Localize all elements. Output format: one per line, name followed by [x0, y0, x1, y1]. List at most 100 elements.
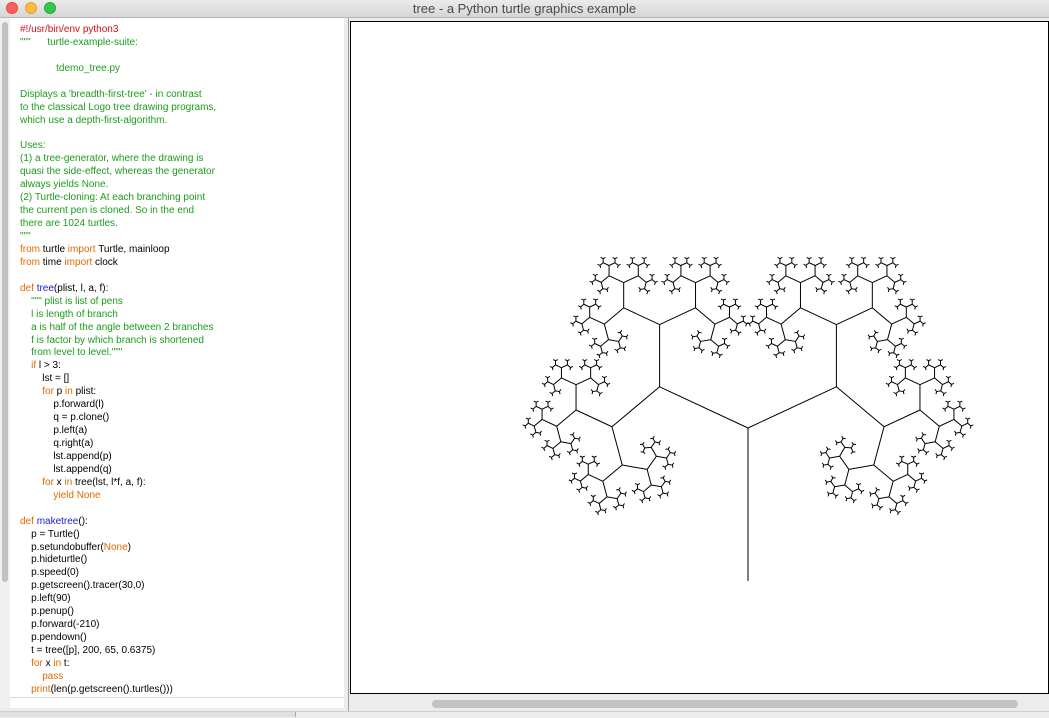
tree-branch: [836, 308, 872, 325]
code-token: p.setundobuffer(: [20, 542, 104, 553]
turtle-canvas[interactable]: [350, 21, 1049, 694]
bottom-panel-handle[interactable]: [0, 712, 296, 717]
tree-branch: [943, 368, 944, 371]
source-code-pane[interactable]: #!/usr/bin/env python3""" turtle-example…: [0, 18, 345, 708]
code-scrollbar-thumb[interactable]: [2, 22, 8, 582]
tree-branch: [594, 456, 596, 457]
tree-branch: [937, 455, 938, 458]
code-token: p.getscreen().tracer(30,0): [20, 580, 145, 591]
tree-branch: [819, 257, 821, 258]
tree-branch: [663, 466, 665, 467]
tree-branch: [836, 387, 884, 427]
tree-branch: [925, 442, 935, 444]
tree-branch: [691, 335, 693, 337]
tree-branch: [896, 391, 899, 394]
tree-branch: [735, 304, 738, 307]
tree-branch: [533, 435, 534, 438]
tree-branch: [642, 501, 643, 504]
code-line: p.left(90): [20, 593, 340, 606]
tree-branch: [875, 493, 879, 498]
code-token: yield None: [53, 490, 100, 501]
tree-branch: [666, 453, 670, 458]
tree-branch: [821, 453, 822, 456]
tree-branch: [896, 368, 897, 371]
tree-branch: [696, 276, 711, 283]
tree-branch: [861, 257, 863, 258]
tree-branch: [716, 289, 719, 292]
tree-branch: [936, 453, 938, 455]
tree-branch: [895, 503, 897, 509]
tree-branch: [864, 263, 867, 266]
tree-branch: [905, 365, 911, 368]
code-token: lst = []: [20, 373, 69, 384]
tree-branch: [845, 469, 849, 485]
tree-branch: [840, 447, 845, 456]
tree-branch: [888, 340, 896, 347]
tree-branch: [576, 410, 612, 427]
tree-branch: [906, 304, 912, 307]
tree-branch: [567, 360, 569, 361]
tree-branch: [665, 467, 666, 470]
canvas-scrollbar-thumb[interactable]: [432, 700, 1018, 708]
tree-branch: [841, 442, 845, 447]
tree-branch: [550, 392, 552, 393]
code-token: to the classical Logo tree drawing progr…: [20, 102, 216, 113]
code-token: [20, 658, 31, 669]
tree-branch: [821, 263, 824, 266]
tree-branch: [711, 340, 719, 347]
code-token: import: [68, 244, 96, 255]
tree-branch: [876, 341, 878, 347]
tree-branch: [581, 299, 583, 300]
tree-branch: [778, 257, 780, 258]
tree-branch: [667, 492, 669, 494]
code-line: Uses:: [20, 140, 340, 153]
code-horizontal-scrollbar[interactable]: [10, 697, 344, 708]
tree-branch: [624, 276, 639, 283]
tree-branch: [955, 433, 956, 436]
tree-branch: [554, 385, 556, 391]
tree-branch: [871, 493, 875, 494]
tree-branch: [644, 289, 647, 292]
tree-branch: [856, 287, 858, 289]
tree-branch: [618, 265, 619, 268]
code-line: [20, 270, 340, 283]
code-token: [20, 490, 53, 501]
tree-branch: [687, 263, 690, 266]
tree-branch: [939, 419, 954, 426]
tree-branch: [920, 378, 935, 385]
tree-branch: [542, 383, 544, 384]
tree-branch: [649, 496, 651, 498]
pane-divider[interactable]: [344, 18, 349, 717]
tree-branch: [559, 389, 561, 391]
tree-branch: [824, 291, 825, 294]
tree-branch: [660, 496, 661, 499]
tree-branch: [828, 458, 830, 464]
tree-branch: [690, 264, 692, 265]
tree-branch: [595, 274, 597, 275]
tree-branch: [619, 341, 621, 347]
tree-branch: [672, 289, 675, 292]
code-token: clock: [92, 257, 118, 268]
code-token: (2) Turtle-cloning: At each branching po…: [20, 192, 205, 203]
tree-branch: [929, 365, 935, 368]
tree-branch: [875, 490, 877, 494]
code-line: yield None: [20, 490, 340, 503]
tree-branch: [822, 453, 826, 454]
tree-branch: [893, 289, 896, 292]
tree-branch: [600, 263, 603, 266]
tree-branch: [673, 282, 675, 288]
tree-branch: [890, 257, 892, 258]
tree-branch: [862, 490, 864, 491]
canvas-horizontal-scrollbar[interactable]: [350, 697, 1049, 711]
tree-branch: [601, 276, 609, 283]
tree-branch: [923, 366, 925, 367]
tree-branch: [769, 282, 770, 285]
tree-branch: [716, 282, 718, 288]
source-code-text[interactable]: #!/usr/bin/env python3""" turtle-example…: [20, 24, 340, 696]
tree-branch: [957, 401, 959, 402]
tree-branch: [777, 289, 780, 292]
tree-branch: [889, 353, 890, 356]
tree-branch: [726, 282, 727, 285]
code-vertical-scrollbar[interactable]: [0, 18, 10, 708]
tree-branch: [829, 280, 832, 283]
